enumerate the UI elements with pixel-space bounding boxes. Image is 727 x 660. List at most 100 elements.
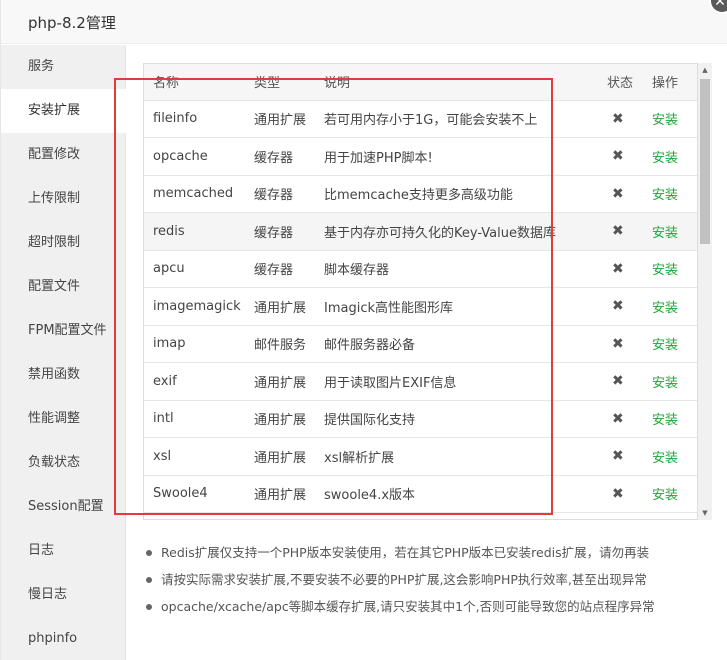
sidebar-item[interactable]: Session配置 — [1, 485, 125, 529]
sidebar-item[interactable]: FPM配置文件 — [1, 309, 125, 353]
ext-type-cell: 通用扩展 — [245, 400, 315, 438]
status-x-icon: ✖ — [598, 437, 643, 476]
ext-name-cell: redis — [144, 212, 245, 251]
sidebar-item[interactable]: 禁用函数 — [1, 353, 125, 397]
ext-name-cell: xsl — [144, 437, 245, 476]
table-row: imap 邮件服务 邮件服务器必备 ✖ 安装 — [144, 325, 697, 363]
close-icon: ✕ — [714, 0, 726, 10]
header-desc: 说明 — [315, 64, 598, 101]
ext-name-cell: Swoole4 — [144, 475, 245, 513]
scroll-up-arrow-icon[interactable]: ▲ — [698, 63, 712, 77]
sidebar-item[interactable]: 服务 — [1, 45, 125, 89]
status-x-icon: ✖ — [598, 175, 643, 213]
tip-item: 请按实际需求安装扩展,不要安装不必要的PHP扩展,这会影响PHP执行效率,甚至出… — [145, 568, 705, 595]
ext-name-cell: fileinfo — [144, 100, 245, 138]
install-link[interactable]: 安装 — [652, 151, 678, 166]
scroll-thumb[interactable] — [700, 79, 710, 244]
dialog-titlebar: php-8.2管理 — [1, 0, 727, 44]
install-link[interactable]: 安装 — [652, 413, 678, 428]
install-link[interactable]: 安装 — [652, 113, 678, 128]
ext-name-cell: exif — [144, 362, 245, 401]
close-button[interactable]: ✕ — [709, 0, 727, 14]
status-x-icon: ✖ — [598, 400, 643, 438]
ext-desc-cell: Imagick高性能图形库 — [315, 287, 598, 326]
table-row: intl 通用扩展 提供国际化支持 ✖ 安装 — [144, 400, 697, 438]
install-link[interactable]: 安装 — [652, 376, 678, 391]
header-status: 状态 — [598, 64, 643, 101]
scroll-down-arrow-icon[interactable]: ▼ — [698, 506, 712, 520]
table-row: opcache 缓存器 用于加速PHP脚本! ✖ 安装 — [144, 137, 697, 176]
sidebar-item[interactable]: 上传限制 — [1, 177, 125, 221]
table-row: imagemagick 通用扩展 Imagick高性能图形库 ✖ 安装 — [144, 287, 697, 326]
ext-desc-cell: 比memcache支持更多高级功能 — [315, 175, 598, 213]
extensions-table: 名称 类型 说明 状态 操作 fileinfo 通用扩展 若可用内存小于1G，可能会… — [144, 64, 697, 513]
ext-type-cell: 通用扩展 — [245, 287, 315, 326]
ext-name-cell: imagemagick — [144, 287, 245, 326]
ext-name-cell: intl — [144, 400, 245, 438]
tips-list: Redis扩展仅支持一个PHP版本安装使用，若在其它PHP版本已安装redis扩… — [145, 541, 705, 622]
ext-desc-cell: xsl解析扩展 — [315, 437, 598, 476]
ext-type-cell: 通用扩展 — [245, 475, 315, 513]
table-scrollbar[interactable]: ▲ ▼ — [698, 63, 712, 520]
install-link[interactable]: 安装 — [652, 451, 678, 466]
ext-desc-cell: 用于加速PHP脚本! — [315, 137, 598, 176]
status-x-icon: ✖ — [598, 475, 643, 513]
sidebar-item[interactable]: 配置修改 — [1, 133, 125, 177]
ext-op-cell: 安装 — [643, 287, 697, 326]
install-link[interactable]: 安装 — [652, 263, 678, 278]
sidebar-item[interactable]: phpinfo — [1, 617, 125, 660]
sidebar-item[interactable]: 日志 — [1, 529, 125, 573]
sidebar: 服务 安装扩展 配置修改 上传限制 超时限制 配置文件 FPM配置文件 禁用函数 性能调整 负载状… — [1, 45, 126, 660]
ext-type-cell: 缓存器 — [245, 250, 315, 288]
status-x-icon: ✖ — [598, 250, 643, 288]
install-link[interactable]: 安装 — [652, 188, 678, 203]
sidebar-item[interactable]: 慢日志 — [1, 573, 125, 617]
ext-name-cell: memcached — [144, 175, 245, 213]
table-row: redis 缓存器 基于内存亦可持久化的Key-Value数据库 ✖ 安装 — [144, 212, 697, 251]
dialog-title: php-8.2管理 — [28, 14, 116, 32]
ext-op-cell: 安装 — [643, 137, 697, 176]
ext-op-cell: 安装 — [643, 475, 697, 513]
ext-op-cell: 安装 — [643, 325, 697, 363]
table-row: memcached 缓存器 比memcache支持更多高级功能 ✖ 安装 — [144, 175, 697, 213]
header-name: 名称 — [144, 64, 245, 101]
php-manager-dialog: php-8.2管理 ✕ 服务 安装扩展 配置修改 上传限制 超时限制 配置文件 FPM配置文… — [0, 0, 727, 660]
ext-name-cell: opcache — [144, 137, 245, 176]
ext-type-cell: 缓存器 — [245, 175, 315, 213]
ext-type-cell: 通用扩展 — [245, 437, 315, 476]
sidebar-item[interactable]: 超时限制 — [1, 221, 125, 265]
table-header-row: 名称 类型 说明 状态 操作 — [144, 64, 697, 101]
status-x-icon: ✖ — [598, 362, 643, 401]
sidebar-item[interactable]: 配置文件 — [1, 265, 125, 309]
sidebar-item[interactable]: 负载状态 — [1, 441, 125, 485]
ext-type-cell: 缓存器 — [245, 137, 315, 176]
ext-desc-cell: 用于读取图片EXIF信息 — [315, 362, 598, 401]
ext-op-cell: 安装 — [643, 437, 697, 476]
sidebar-item[interactable]: 安装扩展 — [1, 89, 126, 133]
ext-desc-cell: 邮件服务器必备 — [315, 325, 598, 363]
status-x-icon: ✖ — [598, 100, 643, 138]
status-x-icon: ✖ — [598, 287, 643, 326]
table-row: xsl 通用扩展 xsl解析扩展 ✖ 安装 — [144, 437, 697, 476]
ext-type-cell: 通用扩展 — [245, 362, 315, 401]
table-row: Swoole4 通用扩展 swoole4.x版本 ✖ 安装 — [144, 475, 697, 513]
ext-desc-cell: swoole4.x版本 — [315, 475, 598, 513]
table-row: fileinfo 通用扩展 若可用内存小于1G，可能会安装不上 ✖ 安装 — [144, 100, 697, 138]
status-x-icon: ✖ — [598, 212, 643, 251]
ext-desc-cell: 提供国际化支持 — [315, 400, 598, 438]
ext-name-cell: imap — [144, 325, 245, 363]
ext-desc-cell: 基于内存亦可持久化的Key-Value数据库 — [315, 212, 598, 251]
install-link[interactable]: 安装 — [652, 488, 678, 503]
ext-op-cell: 安装 — [643, 175, 697, 213]
install-link[interactable]: 安装 — [652, 226, 678, 241]
install-link[interactable]: 安装 — [652, 301, 678, 316]
ext-op-cell: 安装 — [643, 250, 697, 288]
tip-item: Redis扩展仅支持一个PHP版本安装使用，若在其它PHP版本已安装redis扩… — [145, 541, 705, 568]
extensions-table-container[interactable]: 名称 类型 说明 状态 操作 fileinfo 通用扩展 若可用内存小于1G，可能会… — [143, 63, 698, 520]
sidebar-item[interactable]: 性能调整 — [1, 397, 125, 441]
header-op: 操作 — [643, 64, 697, 101]
install-link[interactable]: 安装 — [652, 338, 678, 353]
table-row: apcu 缓存器 脚本缓存器 ✖ 安装 — [144, 250, 697, 288]
ext-op-cell: 安装 — [643, 400, 697, 438]
status-x-icon: ✖ — [598, 137, 643, 176]
